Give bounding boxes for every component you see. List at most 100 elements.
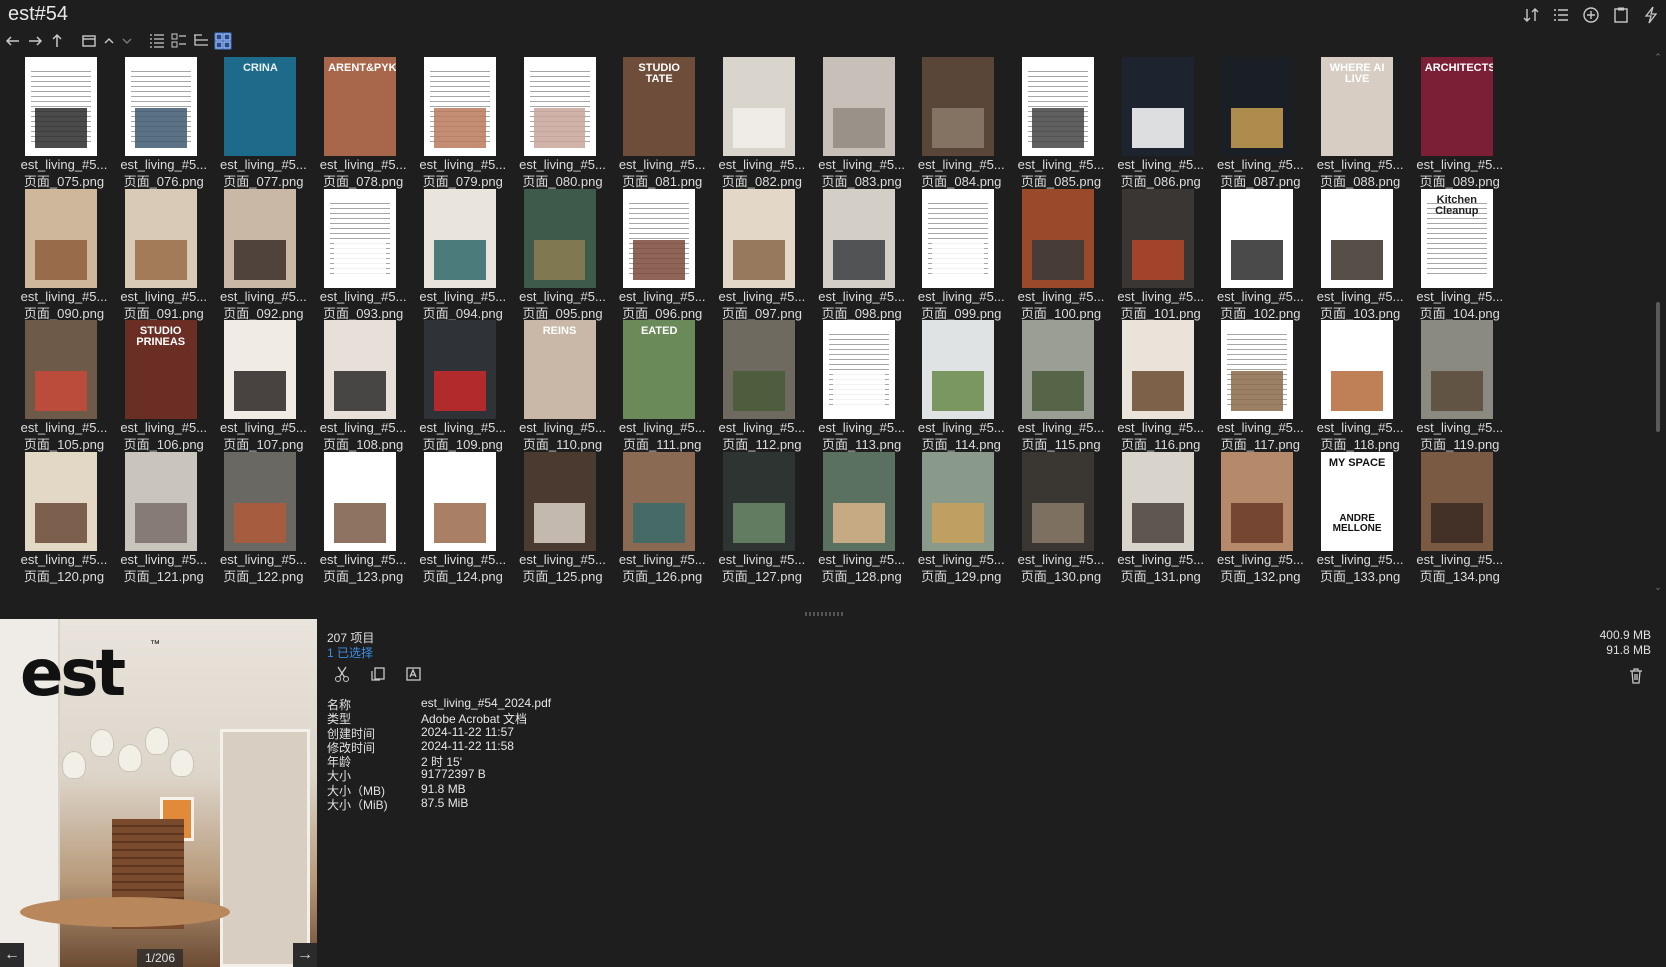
lightning-icon[interactable] (1642, 6, 1660, 24)
thumbnail-item[interactable]: est_living_#5... 页面_094.png (413, 188, 507, 325)
thumbnail-item[interactable]: est_living_#5... 页面_132.png (1210, 451, 1304, 588)
thumbnail-item[interactable]: est_living_#5... 页面_087.png (1210, 57, 1304, 193)
selection-count[interactable]: 1 已选择 (327, 644, 373, 661)
thumbnail-item[interactable]: est_living_#5... 页面_082.png (712, 57, 806, 193)
thumbnail-item[interactable]: est_living_#5... 页面_091.png (114, 188, 208, 325)
preview-next-button[interactable]: → (293, 943, 317, 967)
rename-icon[interactable] (405, 665, 423, 683)
forward-arrow-icon[interactable] (26, 32, 44, 50)
thumbnail-item[interactable]: est_living_#5... 页面_097.png (712, 188, 806, 325)
thumbnail-item[interactable]: est_living_#5... 页面_115.png (1011, 320, 1105, 456)
thumbnail-filename: est_living_#5... (618, 288, 706, 304)
thumbnail-item[interactable]: ARENT&PYKE est_living_#5... 页面_078.png (313, 57, 407, 193)
add-icon[interactable] (1582, 6, 1600, 24)
thumbnail-page-name: 页面_132.png (1220, 568, 1301, 584)
pane-splitter[interactable] (0, 612, 1666, 618)
thumbnail-item[interactable]: EATED est_living_#5... 页面_111.png (612, 320, 706, 456)
list-view-icon[interactable] (1552, 6, 1570, 24)
thumbnail-item[interactable]: est_living_#5... 页面_119.png (1410, 320, 1504, 456)
thumbnail-item[interactable]: est_living_#5... 页面_128.png (812, 451, 906, 588)
thumbnail-item[interactable]: est_living_#5... 页面_127.png (712, 451, 806, 588)
thumbnail-item[interactable]: est_living_#5... 页面_085.png (1011, 57, 1105, 193)
thumbnail-item[interactable]: STUDIO TATE est_living_#5... 页面_081.png (612, 57, 706, 193)
chevron-down-icon[interactable] (120, 32, 134, 50)
thumbnail-filename: est_living_#5... (718, 551, 806, 567)
thumbnail-item[interactable]: est_living_#5... 页面_122.png (213, 451, 307, 588)
thumbnail-item[interactable]: est_living_#5... 页面_114.png (911, 320, 1005, 456)
thumbnail-item[interactable]: est_living_#5... 页面_107.png (213, 320, 307, 456)
thumbnail-item[interactable]: est_living_#5... 页面_090.png (14, 188, 108, 325)
thumbnail-item[interactable]: MY SPACE ANDRE MELLONE est_living_#5... 页面_… (1310, 451, 1404, 588)
clipboard-icon[interactable] (1612, 6, 1630, 24)
thumbnail-item[interactable]: STUDIO PRINEAS est_living_#5... 页面_106.png (114, 320, 208, 456)
thumbnail-page-name: 页面_089.png (1419, 174, 1500, 189)
thumbnail-filename: est_living_#5... (718, 420, 806, 435)
thumbnail-item[interactable]: est_living_#5... 页面_109.png (413, 320, 507, 456)
thumbnail-item[interactable]: est_living_#5... 页面_113.png (812, 320, 906, 456)
scroll-down-icon[interactable]: ⌄ (1652, 582, 1664, 592)
thumbnail-image (822, 57, 895, 156)
thumbnail-item[interactable]: est_living_#5... 页面_100.png (1011, 188, 1105, 325)
preview-prev-button[interactable]: ← (0, 943, 24, 967)
thumbnail-item[interactable]: est_living_#5... 页面_095.png (513, 188, 607, 325)
thumbnail-item[interactable]: est_living_#5... 页面_108.png (313, 320, 407, 456)
thumbnail-image (1022, 57, 1094, 156)
thumbnail-item[interactable]: WHERE AI LIVE est_living_#5... 页面_088.png (1310, 57, 1404, 193)
thumbnail-item[interactable]: est_living_#5... 页面_112.png (712, 320, 806, 456)
sort-icon[interactable] (1522, 6, 1540, 24)
thumbnail-item[interactable]: est_living_#5... 页面_084.png (911, 57, 1005, 193)
thumbnail-item[interactable]: est_living_#5... 页面_098.png (812, 188, 906, 325)
thumbnail-item[interactable]: est_living_#5... 页面_079.png (413, 57, 507, 193)
thumbnail-filename: est_living_#5... (220, 551, 307, 567)
thumbnail-item[interactable]: est_living_#5... 页面_086.png (1111, 57, 1205, 193)
thumbnail-item[interactable]: est_living_#5... 页面_117.png (1210, 320, 1304, 456)
thumbnail-item[interactable]: est_living_#5... 页面_099.png (911, 188, 1005, 325)
thumbnail-item[interactable]: est_living_#5... 页面_102.png (1210, 188, 1304, 325)
thumbnail-item[interactable]: est_living_#5... 页面_083.png (812, 57, 906, 193)
thumbnail-item[interactable]: est_living_#5... 页面_105.png (14, 320, 108, 456)
thumbnail-item[interactable]: est_living_#5... 页面_124.png (413, 451, 507, 588)
preview-page-counter: 1/206 (137, 949, 183, 967)
thumbnail-item[interactable]: est_living_#5... 页面_093.png (313, 188, 407, 325)
thumbnail-image (922, 320, 995, 419)
thumbnail-item[interactable]: ARCHITECTS est_living_#5... 页面_089.png (1410, 57, 1504, 193)
thumbnail-item[interactable]: est_living_#5... 页面_123.png (313, 451, 407, 588)
thumbnail-item[interactable]: est_living_#5... 页面_101.png (1111, 188, 1205, 325)
back-arrow-icon[interactable] (4, 32, 22, 50)
thumbnail-view-icon[interactable] (214, 32, 232, 50)
window-icon[interactable] (80, 32, 98, 50)
thumbnail-item[interactable]: est_living_#5... 页面_080.png (513, 57, 607, 193)
cut-icon[interactable] (333, 665, 351, 683)
thumbnail-item[interactable]: est_living_#5... 页面_076.png (114, 57, 208, 193)
thumbnail-item[interactable]: est_living_#5... 页面_116.png (1111, 320, 1205, 456)
thumbnail-item[interactable]: est_living_#5... 页面_120.png (14, 451, 108, 588)
thumbnail-item[interactable]: est_living_#5... 页面_092.png (213, 188, 307, 325)
thumbnail-item[interactable]: Kitchen Cleanup est_living_#5... 页面_104.pn… (1410, 188, 1504, 325)
chevron-up-icon[interactable] (102, 32, 116, 50)
thumbnail-page-name: 页面_118.png (1320, 437, 1400, 452)
thumbnail-item[interactable]: est_living_#5... 页面_134.png (1410, 451, 1504, 588)
thumbnail-item[interactable]: REINS est_living_#5... 页面_110.png (513, 320, 607, 456)
copy-icon[interactable] (369, 665, 387, 683)
thumbnail-item[interactable]: est_living_#5... 页面_121.png (114, 451, 208, 588)
tiles-view-icon[interactable] (170, 32, 188, 50)
up-arrow-icon[interactable] (48, 32, 66, 50)
scroll-up-icon[interactable]: ⌃ (1652, 52, 1664, 62)
thumbnail-item[interactable]: est_living_#5... 页面_096.png (612, 188, 706, 325)
thumbnail-filename: est_living_#5... (1217, 551, 1304, 567)
thumbnail-item[interactable]: est_living_#5... 页面_075.png (14, 57, 108, 193)
thumbnail-image (324, 320, 397, 419)
thumbnail-item[interactable]: est_living_#5... 页面_118.png (1310, 320, 1404, 456)
thumbnail-item[interactable]: est_living_#5... 页面_126.png (612, 451, 706, 588)
thumbnail-item[interactable]: CRINA est_living_#5... 页面_077.png (213, 57, 307, 193)
trash-icon[interactable] (1627, 667, 1645, 685)
thumbnail-item[interactable]: est_living_#5... 页面_103.png (1310, 188, 1404, 325)
thumbnail-item[interactable]: est_living_#5... 页面_129.png (911, 451, 1005, 588)
details-view-icon[interactable] (148, 32, 166, 50)
thumbnail-item[interactable]: est_living_#5... 页面_125.png (513, 451, 607, 588)
thumbnail-item[interactable]: est_living_#5... 页面_131.png (1111, 451, 1205, 588)
scrollbar-thumb[interactable] (1656, 302, 1660, 432)
vertical-scrollbar[interactable]: ⌃ ⌄ (1652, 52, 1664, 612)
thumbnail-item[interactable]: est_living_#5... 页面_130.png (1011, 451, 1105, 588)
tree-view-icon[interactable] (192, 32, 210, 50)
